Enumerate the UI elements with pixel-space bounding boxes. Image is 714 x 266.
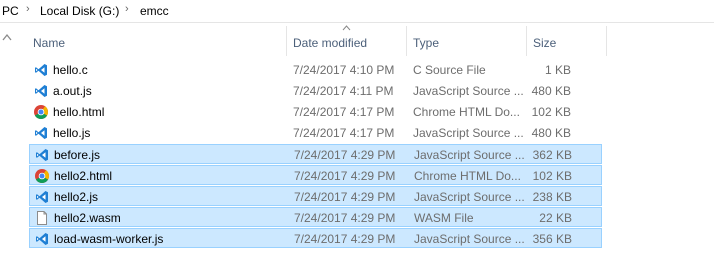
file-row[interactable]: hello2.wasm 7/24/2017 4:29 PM WASM File 22 …: [29, 207, 602, 227]
file-date-modified: 7/24/2017 4:29 PM: [294, 169, 396, 183]
file-date-modified: 7/24/2017 4:29 PM: [294, 232, 396, 246]
address-bar[interactable]: PC › Local Disk (G:) › emcc: [0, 0, 714, 23]
file-row[interactable]: hello.js 7/24/2017 4:17 PM JavaScript Sour…: [29, 123, 602, 143]
breadcrumb-separator[interactable]: ›: [125, 3, 129, 15]
file-size: 480 KB: [531, 84, 571, 98]
file-size: 362 KB: [532, 148, 572, 162]
file-name[interactable]: hello.js: [53, 126, 90, 140]
chrome-icon: [33, 104, 49, 120]
file-name[interactable]: hello2.html: [54, 169, 112, 183]
file-date-modified: 7/24/2017 4:29 PM: [294, 190, 396, 204]
file-date-modified: 7/24/2017 4:10 PM: [293, 63, 395, 77]
blank-file-icon: [34, 210, 50, 226]
file-date-modified: 7/24/2017 4:17 PM: [293, 126, 395, 140]
file-row[interactable]: hello.c 7/24/2017 4:10 PM C Source File 1 K…: [29, 60, 602, 80]
file-name[interactable]: hello2.wasm: [54, 211, 121, 225]
column-header-size[interactable]: Size: [533, 36, 556, 50]
chrome-icon: [34, 168, 50, 184]
column-divider[interactable]: [286, 26, 287, 56]
file-row[interactable]: load-wasm-worker.js 7/24/2017 4:29 PM Java…: [29, 228, 602, 248]
file-row[interactable]: before.js 7/24/2017 4:29 PM JavaScript Sou…: [29, 144, 602, 164]
file-name[interactable]: hello.c: [53, 63, 88, 77]
column-header-type[interactable]: Type: [413, 36, 439, 50]
file-size: 102 KB: [532, 169, 572, 183]
breadcrumb-local-disk[interactable]: Local Disk (G:): [40, 4, 119, 18]
vscode-icon: [33, 125, 49, 141]
file-date-modified: 7/24/2017 4:11 PM: [293, 84, 394, 98]
column-divider[interactable]: [526, 26, 527, 56]
file-name[interactable]: hello2.js: [54, 190, 98, 204]
vscode-icon: [34, 231, 50, 247]
vscode-icon: [34, 147, 50, 163]
vscode-icon: [33, 83, 49, 99]
breadcrumb-emcc[interactable]: emcc: [140, 4, 169, 18]
file-row[interactable]: hello.html 7/24/2017 4:17 PM Chrome HTML D…: [29, 102, 602, 122]
column-header-date-modified[interactable]: Date modified: [293, 36, 367, 50]
breadcrumb-pc[interactable]: PC: [2, 4, 19, 18]
file-size: 1 KB: [544, 63, 571, 77]
file-date-modified: 7/24/2017 4:17 PM: [293, 105, 395, 119]
file-date-modified: 7/24/2017 4:29 PM: [294, 211, 396, 225]
file-name[interactable]: hello.html: [53, 105, 104, 119]
sort-ascending-icon: [342, 23, 351, 33]
file-name[interactable]: load-wasm-worker.js: [54, 232, 163, 246]
file-name[interactable]: before.js: [54, 148, 100, 162]
file-size: 356 KB: [532, 232, 572, 246]
file-row[interactable]: a.out.js 7/24/2017 4:11 PM JavaScript Sour…: [29, 81, 602, 101]
breadcrumb-separator[interactable]: ›: [26, 3, 30, 15]
file-type: C Source File: [413, 63, 486, 77]
file-row[interactable]: hello2.html 7/24/2017 4:29 PM Chrome HTML …: [29, 165, 602, 185]
file-size: 102 KB: [531, 105, 571, 119]
vscode-icon: [34, 189, 50, 205]
column-header-row: Name Date modified Type Size: [0, 26, 714, 56]
file-row[interactable]: hello2.js 7/24/2017 4:29 PM JavaScript Sou…: [29, 186, 602, 206]
column-header-name[interactable]: Name: [33, 36, 65, 50]
file-size: 22 KB: [539, 211, 572, 225]
file-size: 238 KB: [532, 190, 572, 204]
file-date-modified: 7/24/2017 4:29 PM: [294, 148, 396, 162]
file-size: 480 KB: [531, 126, 571, 140]
column-divider[interactable]: [606, 26, 607, 56]
column-divider[interactable]: [406, 26, 407, 56]
vscode-icon: [33, 62, 49, 78]
file-type: WASM File: [414, 211, 474, 225]
file-name[interactable]: a.out.js: [53, 84, 92, 98]
